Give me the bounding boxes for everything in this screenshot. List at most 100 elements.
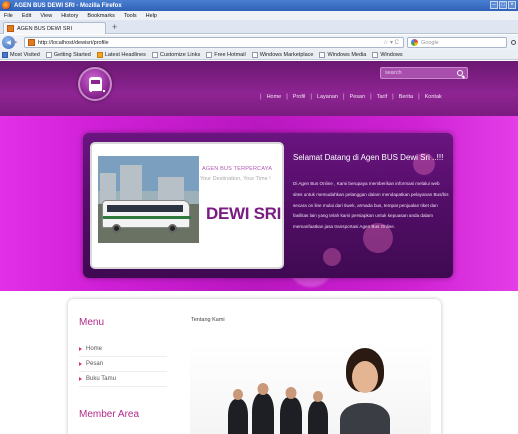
building-shape <box>120 165 142 203</box>
browser-search-input[interactable]: Google <box>407 37 507 48</box>
bookmark-star-icon[interactable]: ☆ ▾ C <box>383 39 399 46</box>
sidebar-menu-title: Menu <box>79 317 105 328</box>
wheel-icon <box>168 224 177 233</box>
menu-view[interactable]: View <box>40 13 52 19</box>
welcome-heading: Selamat Datang di Agen BUS Dewi Sri ..!!… <box>293 153 444 162</box>
menu-history[interactable]: History <box>61 13 78 19</box>
browser-search-placeholder: Google <box>421 39 439 46</box>
bookmark-label: Customize Links <box>159 51 201 58</box>
person-figure <box>280 387 302 434</box>
building-shape <box>100 173 116 203</box>
bus-windows <box>107 205 183 212</box>
page-icon <box>151 51 158 58</box>
favicon-icon <box>7 25 14 32</box>
member-area-title: Member Area <box>79 409 140 420</box>
sidebar-item-pesan[interactable]: Pesan <box>79 357 167 372</box>
close-button[interactable]: × <box>508 1 516 9</box>
hero-banner: AGEN BUS TERPERCAYA Your Destination, Yo… <box>0 116 518 291</box>
menu-file[interactable]: File <box>4 13 13 19</box>
page-icon <box>319 51 326 58</box>
nav-kontak[interactable]: Kontak <box>425 94 442 100</box>
bookmarks-toolbar: Most Visited Getting Started Latest Head… <box>0 50 518 60</box>
sidebar-item-label: Buku Tamu <box>86 376 116 382</box>
bokeh-decoration <box>323 248 341 266</box>
bookmark-label: Windows Marketplace <box>259 51 314 58</box>
window-controls: – □ × <box>490 1 516 9</box>
nav-home[interactable]: Home <box>267 94 282 100</box>
address-bar[interactable]: http://localhost/dewisri/profile ☆ ▾ C <box>24 37 404 48</box>
menu-tools[interactable]: Tools <box>124 13 137 19</box>
window-titlebar: AGEN BUS DEWI SRI - Mozilla Firefox – □ … <box>0 0 518 11</box>
person-head <box>285 387 297 399</box>
person-figure <box>308 391 328 434</box>
minimize-button[interactable]: – <box>490 1 498 9</box>
bookmark-label: Windows <box>380 51 403 58</box>
sidebar-item-home[interactable]: Home <box>79 342 167 357</box>
nav-separator: | <box>310 94 312 100</box>
web-page: search | Home | Profil | Layanan | Pesan… <box>0 61 518 434</box>
bookmark-customize-links[interactable]: Customize Links <box>151 51 201 58</box>
site-logo[interactable] <box>78 67 112 101</box>
nav-separator: | <box>260 94 262 100</box>
bookmark-free-hotmail[interactable]: Free Hotmail <box>206 51 246 58</box>
bookmark-most-visited[interactable]: Most Visited <box>2 51 40 58</box>
sidebar-item-buku-tamu[interactable]: Buku Tamu <box>79 372 167 387</box>
promo-card: AGEN BUS TERPERCAYA Your Destination, Yo… <box>90 142 284 269</box>
menu-edit[interactable]: Edit <box>22 13 31 19</box>
woman-face <box>352 361 378 393</box>
bookmark-latest-headlines[interactable]: Latest Headlines <box>96 51 146 58</box>
navigation-toolbar: ◂ ▸ http://localhost/dewisri/profile ☆ ▾… <box>0 35 518 50</box>
tab-agen-bus[interactable]: AGEN BUS DEWI SRI <box>3 22 106 34</box>
person-head <box>313 391 323 402</box>
main-navigation: | Home | Profil | Layanan | Pesan | Tari… <box>255 94 442 100</box>
bus-stripe <box>103 216 191 219</box>
person-figure <box>228 389 248 434</box>
nav-profil[interactable]: Profil <box>293 94 306 100</box>
person-head <box>233 389 243 400</box>
page-icon <box>45 51 52 58</box>
nav-layanan[interactable]: Layanan <box>317 94 338 100</box>
site-search-input[interactable]: search <box>380 67 468 79</box>
page-favicon-icon <box>28 39 35 46</box>
nav-berita[interactable]: Berita <box>399 94 413 100</box>
promo-subtagline: Your Destination, Your Time ! <box>200 176 271 182</box>
nav-separator: | <box>392 94 394 100</box>
bookmark-label: Latest Headlines <box>104 51 146 58</box>
arrow-icon <box>79 347 82 351</box>
search-icon[interactable] <box>457 70 463 76</box>
promo-tagline: AGEN BUS TERPERCAYA <box>202 166 273 172</box>
bookmark-getting-started[interactable]: Getting Started <box>45 51 91 58</box>
arrow-icon <box>79 362 82 366</box>
tab-bar: AGEN BUS DEWI SRI + <box>0 20 518 34</box>
nav-pesan[interactable]: Pesan <box>350 94 366 100</box>
person-head <box>257 383 269 395</box>
arrow-icon <box>79 377 82 381</box>
google-icon <box>411 39 418 46</box>
bookmark-label: Free Hotmail <box>214 51 246 58</box>
nav-tarif[interactable]: Tarif <box>377 94 387 100</box>
menu-help[interactable]: Help <box>146 13 157 19</box>
brand-name: DEWI SRI <box>206 204 282 223</box>
rss-icon <box>96 51 103 58</box>
wheel-icon <box>112 224 121 233</box>
maximize-button[interactable]: □ <box>499 1 507 9</box>
menu-bar: File Edit View History Bookmarks Tools H… <box>0 11 518 20</box>
menu-bookmarks[interactable]: Bookmarks <box>87 13 115 19</box>
woman-figure <box>340 361 390 434</box>
window-title: AGEN BUS DEWI SRI - Mozilla Firefox <box>14 2 122 9</box>
bookmark-windows-media[interactable]: Windows Media <box>319 51 366 58</box>
bookmark-windows-marketplace[interactable]: Windows Marketplace <box>251 51 314 58</box>
bookmark-label: Most Visited <box>10 51 40 58</box>
nav-separator: | <box>343 94 345 100</box>
forward-button[interactable]: ▸ <box>14 38 18 46</box>
new-tab-button[interactable]: + <box>112 23 117 32</box>
business-people-photo <box>190 343 431 434</box>
page-icon <box>251 51 258 58</box>
bookmark-windows[interactable]: Windows <box>372 51 403 58</box>
search-go-icon[interactable] <box>511 40 516 45</box>
content-panel: Menu Home Pesan Buku Tamu Member Area Te… <box>68 299 441 434</box>
page-icon <box>372 51 379 58</box>
site-search-placeholder: search <box>385 70 402 76</box>
bus-photo <box>98 156 199 243</box>
sidebar-item-label: Home <box>86 346 103 352</box>
